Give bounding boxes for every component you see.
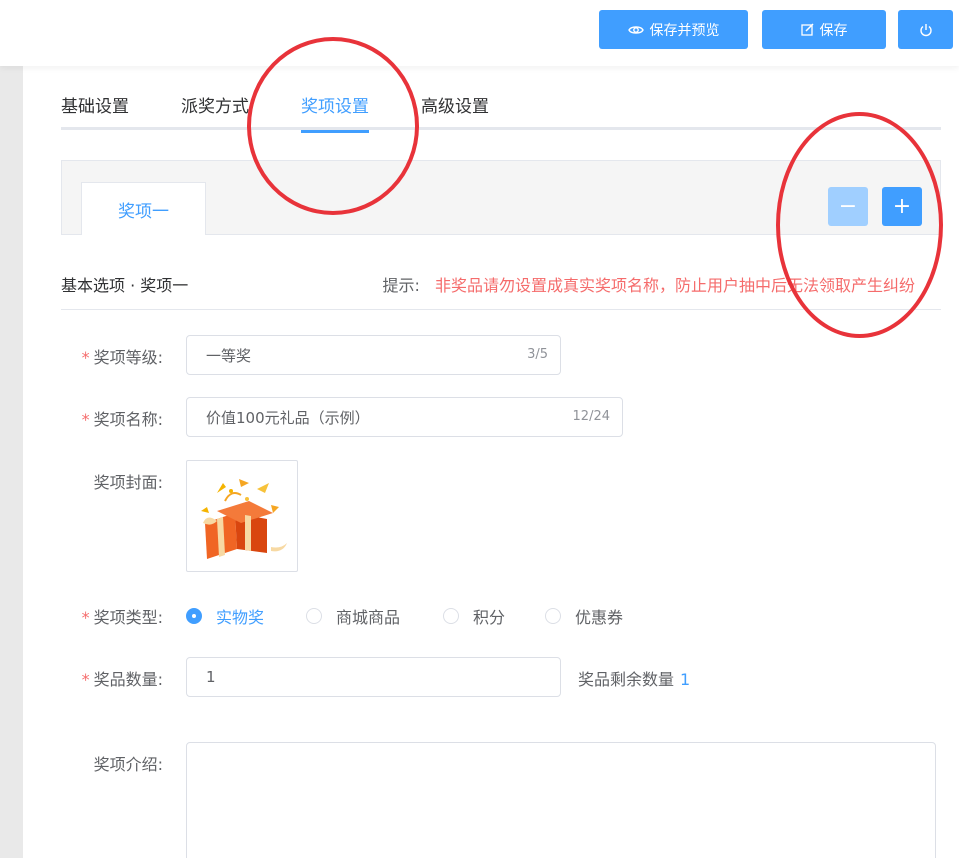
remaining-quantity: 奖品剩余数量 1 [578, 670, 691, 689]
prize-level-label: * 奖项等级: [81, 348, 163, 367]
required-star: * [81, 410, 90, 429]
radio-dot [443, 608, 459, 624]
section-title: 基本选项 · 奖项一 [61, 276, 189, 295]
prize-type-label: * 奖项类型: [81, 608, 163, 627]
prize-level-value: 一等奖 [206, 346, 252, 365]
tab-basic-settings[interactable]: 基础设置 [61, 92, 129, 130]
tab-prize-settings[interactable]: 奖项设置 [301, 92, 369, 133]
save-button[interactable]: 保存 [762, 10, 886, 49]
prize-intro-textarea[interactable] [186, 742, 936, 858]
prize-cover-upload[interactable] [186, 460, 298, 572]
remove-prize-button[interactable]: − [828, 187, 868, 226]
required-star: * [81, 348, 90, 367]
top-toolbar: 保存并预览 保存 [0, 0, 959, 66]
prize-quantity-input[interactable]: 1 [186, 657, 561, 697]
save-and-preview-label: 保存并预览 [649, 22, 720, 39]
radio-dot [186, 608, 202, 624]
radio-coupon[interactable]: 优惠券 [545, 604, 623, 628]
power-button[interactable] [898, 10, 953, 49]
prize-cover-label: 奖项封面: [93, 473, 163, 492]
prize-quantity-value: 1 [206, 668, 216, 686]
tip: 提示: 非奖品请勿设置成真实奖项名称，防止用户抽中后无法领取产生纠纷 [382, 272, 915, 296]
tab-advanced-settings[interactable]: 高级设置 [421, 92, 489, 130]
prize-name-label: * 奖项名称: [81, 410, 163, 429]
add-prize-button[interactable]: + [882, 187, 922, 226]
prize-name-input[interactable]: 价值100元礼品（示例） 12/24 [186, 397, 623, 437]
radio-dot [545, 608, 561, 624]
section-header: 基本选项 · 奖项一 提示: 非奖品请勿设置成真实奖项名称，防止用户抽中后无法领… [61, 262, 941, 310]
prize-intro-label: 奖项介绍: [93, 755, 163, 774]
edit-icon [800, 23, 814, 36]
tip-text: 非奖品请勿设置成真实奖项名称，防止用户抽中后无法领取产生纠纷 [434, 276, 915, 295]
radio-mall-goods[interactable]: 商城商品 [306, 604, 400, 628]
prize-tabs-strip: 奖项一 − + [61, 160, 941, 235]
content-panel: 基础设置 派奖方式 奖项设置 高级设置 奖项一 − + 基本选项 · 奖项一 提… [23, 66, 959, 858]
settings-tabs: 基础设置 派奖方式 奖项设置 高级设置 [61, 92, 941, 133]
radio-points[interactable]: 积分 [443, 604, 505, 628]
prize-level-count: 3/5 [527, 347, 548, 362]
prize-name-count: 12/24 [572, 409, 610, 424]
required-star: * [81, 608, 90, 627]
prize-tab-1[interactable]: 奖项一 [81, 182, 206, 235]
eye-icon [627, 25, 644, 34]
gift-box-image [201, 479, 287, 559]
prize-level-input[interactable]: 一等奖 3/5 [186, 335, 561, 375]
save-label: 保存 [819, 22, 848, 39]
required-star: * [81, 670, 90, 689]
prize-name-value: 价值100元礼品（示例） [206, 408, 370, 427]
prize-quantity-label: * 奖品数量: [81, 670, 163, 689]
tip-label: 提示: [382, 276, 420, 295]
tab-award-method[interactable]: 派奖方式 [181, 92, 249, 130]
radio-physical-prize[interactable]: 实物奖 [186, 604, 264, 628]
remaining-quantity-value: 1 [680, 670, 691, 689]
radio-dot [306, 608, 322, 624]
save-and-preview-button[interactable]: 保存并预览 [599, 10, 748, 49]
power-icon [919, 23, 932, 36]
